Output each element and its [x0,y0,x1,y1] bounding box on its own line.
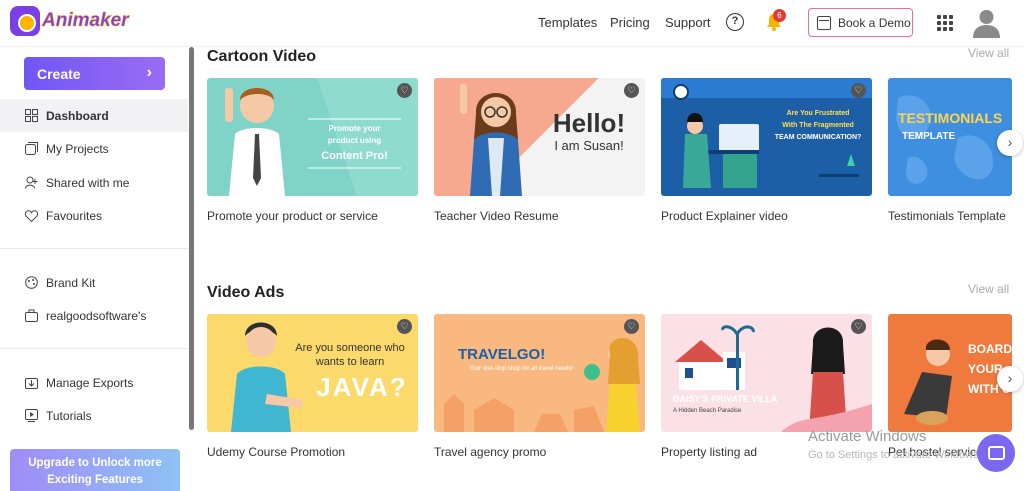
property-art-line1: DAISY'S PRIVATE VILLA [673,394,778,404]
apps-grid-icon[interactable] [937,15,953,31]
udemy-art-line3: JAVA? [316,372,408,402]
template-card-travel[interactable]: TRAVELGO! Your one-stop shop for all tra… [434,314,645,432]
view-all-cartoon-link[interactable]: View all [968,46,1009,60]
sidebar-item-shared[interactable]: Shared with me [0,166,188,199]
logo-icon [10,6,40,36]
chat-icon [987,446,1005,460]
section-title-cartoon-video: Cartoon Video [207,48,317,65]
sidebar-item-label: My Projects [46,141,109,156]
template-card-explainer[interactable]: Are You Frustrated With The Fragmented T… [661,78,872,196]
template-card-promote[interactable]: Promote your product using Content Pro! … [207,78,418,196]
sidebar-item-manage-exports[interactable]: Manage Exports [0,366,188,399]
carousel-next-button[interactable]: › [997,130,1023,156]
sidebar-item-label: Favourites [46,208,103,223]
favourite-heart-icon[interactable]: ♡ [397,83,412,98]
template-card-property[interactable]: DAISY'S PRIVATE VILLA A Hidden Beach Par… [661,314,872,432]
upgrade-line1: Upgrade to Unlock more [28,457,162,469]
sidebar-item-workspace[interactable]: realgoodsoftware's [0,299,188,332]
carousel-next-button[interactable]: › [997,366,1023,392]
shared-icon [24,176,38,190]
property-illustration [675,325,872,432]
book-demo-label: Book a Demo [838,15,911,30]
favourite-heart-icon[interactable]: ♡ [624,319,639,334]
top-bar: Animaker Templates Pricing Support ? 6 B… [0,0,1024,47]
logo-text: Animaker [42,10,129,32]
template-card-udemy[interactable]: Are you someone who wants to learn JAVA?… [207,314,418,432]
udemy-art-line1: Are you someone who [295,342,405,354]
windows-activation-sub: Go to Settings to activate Windows. [808,449,982,461]
explainer-art-line1: Are You Frustrated [786,110,850,117]
dashboard-icon [24,109,38,123]
sidebar-item-label: Dashboard [46,108,109,123]
template-card-pet-hostel[interactable]: BOARD YOUR WITH U [888,314,1012,432]
card-label: Teacher Video Resume [434,209,559,223]
sidebar-item-label: Tutorials [46,408,92,423]
card-label: Product Explainer video [661,209,788,223]
travel-art-line2: Your one-stop shop for all travel needs! [468,366,574,372]
sidebar-item-label: Shared with me [46,175,130,190]
upgrade-line2: Exciting Features [47,474,143,486]
favourite-heart-icon[interactable]: ♡ [851,83,866,98]
travel-illustration [444,338,640,432]
teacher-art-line1: Hello! [552,108,626,138]
testimonials-art-line1: TESTIMONIALS [898,110,1003,126]
windows-activation-title: Activate Windows [808,428,927,445]
animaker-logo[interactable]: Animaker [10,6,129,36]
sidebar-item-my-projects[interactable]: My Projects [0,132,188,165]
sidebar-item-label: Brand Kit [46,275,96,290]
chat-support-button[interactable] [977,434,1015,472]
explainer-art-line2: With The Fragmented [782,122,854,129]
nav-pricing[interactable]: Pricing [610,0,650,45]
sidebar-scrollbar[interactable] [189,47,194,430]
exports-icon [24,376,38,390]
calendar-icon [817,15,831,30]
sidebar-item-label: realgoodsoftware's [46,308,147,323]
card-label: Promote your product or service [207,209,378,223]
sidebar-item-brand-kit[interactable]: Brand Kit [0,266,188,299]
template-card-testimonials[interactable]: TESTIMONIALS TEMPLATE [888,78,1012,196]
user-avatar-icon[interactable] [970,6,1003,39]
teacher-art-line2: I am Susan! [554,138,624,153]
explainer-art-line3: TEAM COMMUNICATION? [774,134,862,141]
card-label: Property listing ad [661,445,758,459]
promote-art-line2: product using [327,136,382,145]
upgrade-banner[interactable]: Upgrade to Unlock more Exciting Features [10,449,180,491]
card-label: Udemy Course Promotion [207,445,346,459]
section-title-video-ads: Video Ads [207,284,285,301]
card-label: Testimonials Template [888,209,1006,223]
heart-icon [24,209,38,223]
brand-kit-icon [24,276,38,290]
testimonials-art-line2: TEMPLATE [902,131,956,142]
notification-badge: 6 [773,9,786,22]
sidebar-item-favourites[interactable]: Favourites [0,199,188,232]
sidebar-item-dashboard[interactable]: Dashboard [0,99,188,132]
tutorials-icon [24,409,38,423]
favourite-heart-icon[interactable]: ♡ [624,83,639,98]
create-button[interactable]: Create › [24,57,165,90]
sidebar-item-tutorials[interactable]: Tutorials [0,399,188,432]
travel-art-line1: TRAVELGO! [458,346,546,363]
pet-art-line1: BOARD [968,342,1012,356]
card-label: Travel agency promo [434,445,547,459]
promote-art-line1: Promote your [328,124,381,133]
help-icon[interactable]: ? [726,13,744,31]
workspace-icon [24,309,38,323]
template-card-teacher[interactable]: Hello! I am Susan! ♡ [434,78,645,196]
chevron-right-icon: › [146,64,152,81]
sidebar-divider [0,348,188,349]
projects-icon [24,142,38,156]
sidebar: Create › Dashboard My Projects Shared wi… [0,47,188,491]
nav-support[interactable]: Support [665,0,711,45]
favourite-heart-icon[interactable]: ♡ [851,319,866,334]
promote-art-line3: Content Pro! [321,150,388,162]
sidebar-divider [0,248,188,249]
view-all-ads-link[interactable]: View all [968,282,1009,296]
property-art-line2: A Hidden Beach Paradise [673,408,742,414]
udemy-art-line2: wants to learn [315,356,385,368]
favourite-heart-icon[interactable]: ♡ [397,319,412,334]
nav-templates[interactable]: Templates [538,0,597,45]
sidebar-item-label: Manage Exports [46,375,134,390]
create-label: Create [37,65,81,82]
book-demo-button[interactable]: Book a Demo [808,8,913,37]
